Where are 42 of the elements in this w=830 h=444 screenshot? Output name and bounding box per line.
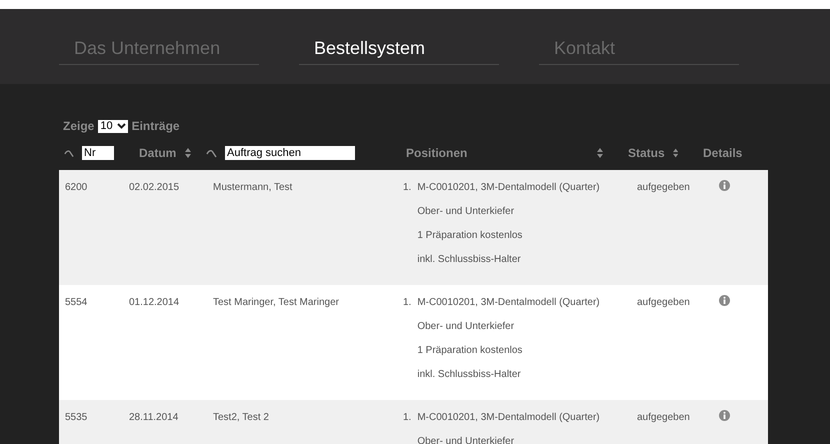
table-cell-text: Mustermann, Test — [212, 181, 294, 195]
search-field[interactable]: Auftrag suchen — [225, 146, 355, 160]
table-cell-text: 6200 — [64, 181, 88, 195]
position-line: 1 Präparation kostenlos — [417, 344, 524, 358]
page-size-select[interactable]: 10 — [98, 120, 128, 132]
label: Zeige — [63, 118, 94, 135]
sort-icon[interactable] — [597, 148, 603, 158]
nav-tab[interactable]: Bestellsystem — [299, 35, 499, 65]
position-line: Ober- und Unterkiefer — [417, 205, 516, 219]
position-line: M-C0010201, 3M-Dentalmodell (Quarter) — [417, 296, 600, 310]
label: Einträge — [132, 118, 180, 135]
position-line: inkl. Schlussbiss-Halter — [417, 253, 522, 267]
chevron-down-icon — [116, 123, 126, 129]
table-cell-text: aufgegeben — [636, 181, 688, 195]
position-line: Ober- und Unterkiefer — [417, 435, 516, 444]
table-cell-text: Test Maringer, Test Maringer — [212, 296, 340, 310]
table-cell-text: 02.02.2015 — [128, 181, 180, 195]
info-icon[interactable] — [719, 295, 730, 306]
list-number: 1. — [403, 411, 412, 425]
info-icon[interactable] — [719, 410, 730, 421]
table-cell-text: 5554 — [64, 296, 88, 310]
table-cell-text: aufgegeben — [636, 411, 688, 425]
sort-icon[interactable] — [185, 148, 191, 158]
position-line: Ober- und Unterkiefer — [417, 320, 516, 334]
info-icon[interactable] — [719, 180, 730, 191]
column-header: Details — [703, 145, 742, 162]
position-line: inkl. Schlussbiss-Halter — [417, 368, 522, 382]
position-line: M-C0010201, 3M-Dentalmodell (Quarter) — [417, 181, 600, 195]
table-cell-text: 28.11.2014 — [128, 411, 180, 425]
column-header: Datum — [139, 145, 176, 162]
position-line: 1 Präparation kostenlos — [417, 229, 524, 243]
sort-icon[interactable] — [672, 148, 678, 158]
column-header: Status — [628, 145, 665, 162]
search-field[interactable]: Nr — [82, 146, 114, 160]
table-cell-text: aufgegeben — [636, 296, 688, 310]
table-cell-text: 5535 — [64, 411, 88, 425]
list-number: 1. — [403, 181, 412, 195]
position-line: M-C0010201, 3M-Dentalmodell (Quarter) — [417, 411, 600, 425]
column-header: Positionen — [406, 145, 468, 162]
table-cell-text: Test2, Test 2 — [212, 411, 270, 425]
table-cell-text: 01.12.2014 — [128, 296, 180, 310]
list-number: 1. — [403, 296, 412, 310]
